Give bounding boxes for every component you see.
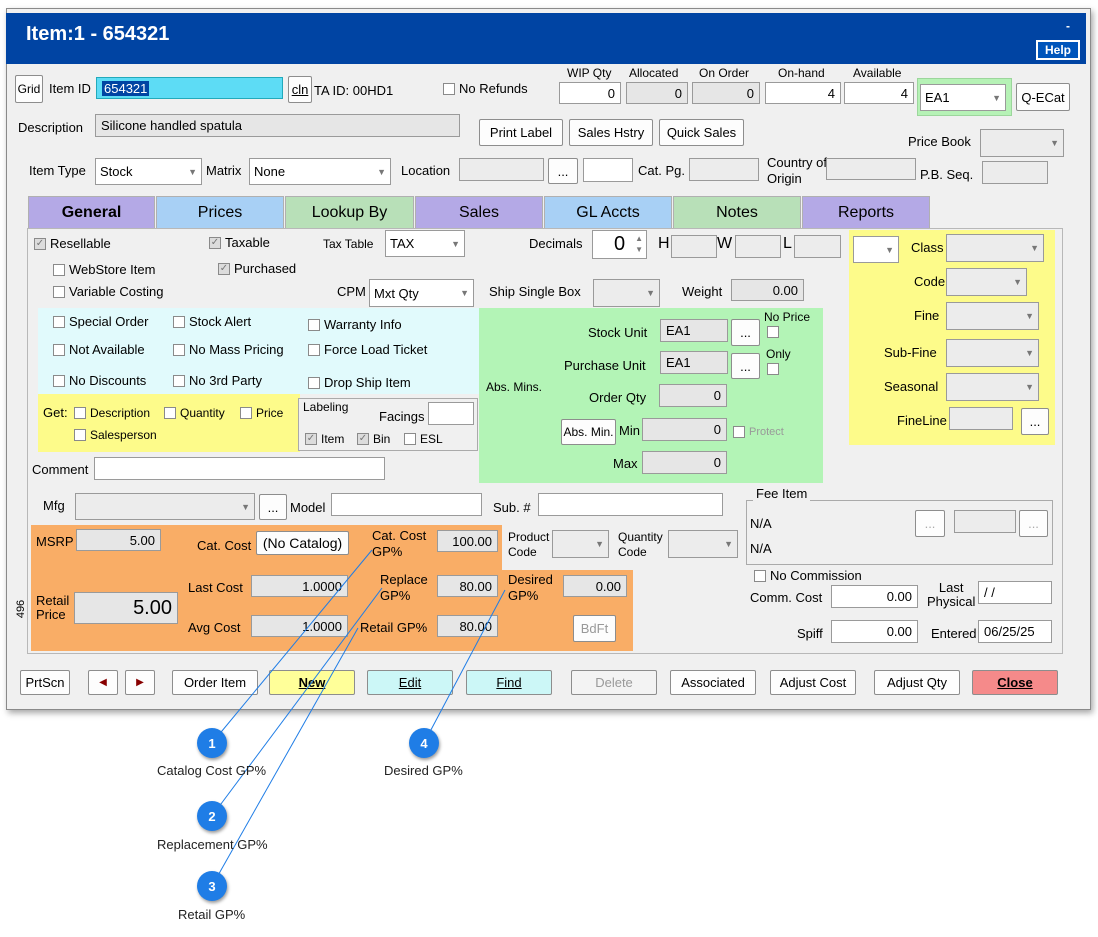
callout-1-label: Catalog Cost GP% (157, 763, 267, 778)
callout-3: 3 (197, 871, 227, 901)
callout-lines (211, 549, 506, 887)
callout-4: 4 (409, 728, 439, 758)
callout-3-label: Retail GP% (178, 907, 246, 922)
callout-1: 1 (197, 728, 227, 758)
callout-2: 2 (197, 801, 227, 831)
callout-2-label: Replacement GP% (157, 837, 268, 852)
callout-4-label: Desired GP% (384, 763, 463, 778)
